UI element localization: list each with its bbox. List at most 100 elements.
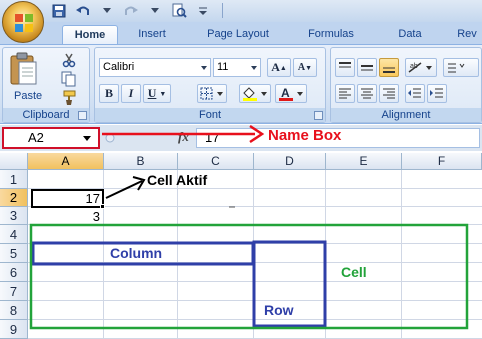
tab-page-layout[interactable]: Page Layout [196,25,280,44]
increase-indent-button[interactable] [427,84,447,103]
save-icon[interactable] [50,2,68,19]
tab-data[interactable]: Data [390,25,430,44]
cell-aktif-annotation: Cell Aktif [147,172,208,188]
undo-icon[interactable] [74,2,92,19]
underline-icon: U [147,86,157,100]
bottom-align-icon [383,67,395,73]
borders-icon [200,87,223,100]
gridline [28,300,482,301]
print-preview-icon[interactable] [170,2,188,19]
column-header-f[interactable]: F [402,153,482,170]
italic-button[interactable]: I [121,84,141,103]
wrap-text-button[interactable] [443,58,479,77]
fill-color-button[interactable] [239,84,271,103]
bold-icon: B [104,86,113,100]
font-group: Calibri 11 A ▲ A ▼ B I U ▼ A Font [94,47,326,123]
tab-home[interactable]: Home [62,25,118,44]
insert-function-icon[interactable]: fx [178,129,189,145]
svg-text:ab: ab [410,63,418,70]
gridline [28,319,482,320]
font-group-label: Font [95,108,325,122]
chevron-down-icon [251,66,257,70]
chevron-down-icon [201,66,207,70]
alignment-group: ab Alignment [330,47,482,123]
redo-icon[interactable] [122,2,140,19]
font-size-combo[interactable]: 11 [213,58,261,77]
name-box[interactable]: A2 [2,127,100,149]
borders-button[interactable] [197,84,227,103]
chevron-down-icon [83,136,91,141]
tab-review[interactable]: Rev [452,25,482,44]
font-color-icon: A [279,86,303,101]
align-right-icon [383,88,395,99]
copy-icon[interactable] [61,71,77,87]
clipboard-group: Paste Clipboard [2,47,90,123]
fill-color-icon [243,87,267,101]
gridline [177,170,178,339]
cut-icon[interactable] [61,52,77,68]
row-header-5[interactable]: 5 [0,244,28,263]
italic-icon: I [128,86,134,100]
redo-dropdown-icon[interactable] [146,2,164,19]
middle-align-button[interactable] [357,58,377,77]
row-header-6[interactable]: 6 [0,263,28,282]
office-logo-icon [15,14,33,32]
gridline [28,243,482,244]
grow-font-icon: A [271,60,280,74]
grow-font-button[interactable]: A ▲ [267,58,291,77]
font-launcher-icon[interactable] [314,111,323,120]
column-header-d[interactable]: D [254,153,326,170]
row-header-1[interactable]: 1 [0,170,28,189]
quick-access-toolbar [50,2,223,19]
cell-a3[interactable]: 3 [30,209,100,224]
wrap-text-icon [448,63,465,73]
worksheet-grid: A B C D E F 1 2 3 4 5 6 7 8 9 17 3 [0,153,482,339]
alignment-group-label: Alignment [331,108,481,122]
column-header-b[interactable]: B [104,153,178,170]
middle-align-icon [361,65,373,71]
row-header-4[interactable]: 4 [0,225,28,244]
svg-text:A: A [281,86,290,100]
column-header-a[interactable]: A [28,153,104,170]
column-header-e[interactable]: E [326,153,402,170]
orientation-button[interactable]: ab [405,58,437,77]
formula-bar-splitter[interactable] [104,128,174,148]
align-left-icon [339,88,351,99]
office-button[interactable] [2,1,44,43]
align-left-button[interactable] [335,84,355,103]
name-box-annotation: Name Box [268,127,342,144]
customize-toolbar-icon[interactable] [194,2,212,19]
column-header-c[interactable]: C [178,153,254,170]
underline-button[interactable]: U ▼ [143,84,171,103]
gridline [253,170,254,339]
align-right-button[interactable] [379,84,399,103]
font-color-button[interactable]: A [275,84,307,103]
ribbon-tabs: Home Insert Page Layout Formulas Data Re… [0,22,482,44]
ribbon: Paste Clipboard Calibri 11 A ▲ A ▼ B I U… [0,44,482,124]
paste-button[interactable]: Paste [9,52,45,104]
decrease-indent-button[interactable] [405,84,425,103]
row-header-2[interactable]: 2 [0,189,28,207]
select-all-corner[interactable] [0,153,28,170]
gridline [28,281,482,282]
top-align-button[interactable] [335,58,355,77]
tab-formulas[interactable]: Formulas [298,25,364,44]
bold-button[interactable]: B [99,84,119,103]
font-name-value: Calibri [103,61,135,73]
format-painter-icon[interactable] [61,90,77,106]
fill-handle[interactable] [100,204,105,209]
shrink-font-button[interactable]: A ▼ [293,58,317,77]
row-header-9[interactable]: 9 [0,320,28,339]
top-align-icon [339,62,351,68]
tab-insert[interactable]: Insert [128,25,176,44]
row-header-3[interactable]: 3 [0,207,28,225]
font-name-combo[interactable]: Calibri [99,58,211,77]
paste-label: Paste [14,90,43,102]
row-header-8[interactable]: 8 [0,301,28,320]
row-header-7[interactable]: 7 [0,282,28,301]
undo-dropdown-icon[interactable] [98,2,116,19]
bottom-align-button[interactable] [379,58,399,77]
clipboard-launcher-icon[interactable] [78,111,87,120]
align-center-icon [361,88,373,99]
align-center-button[interactable] [357,84,377,103]
